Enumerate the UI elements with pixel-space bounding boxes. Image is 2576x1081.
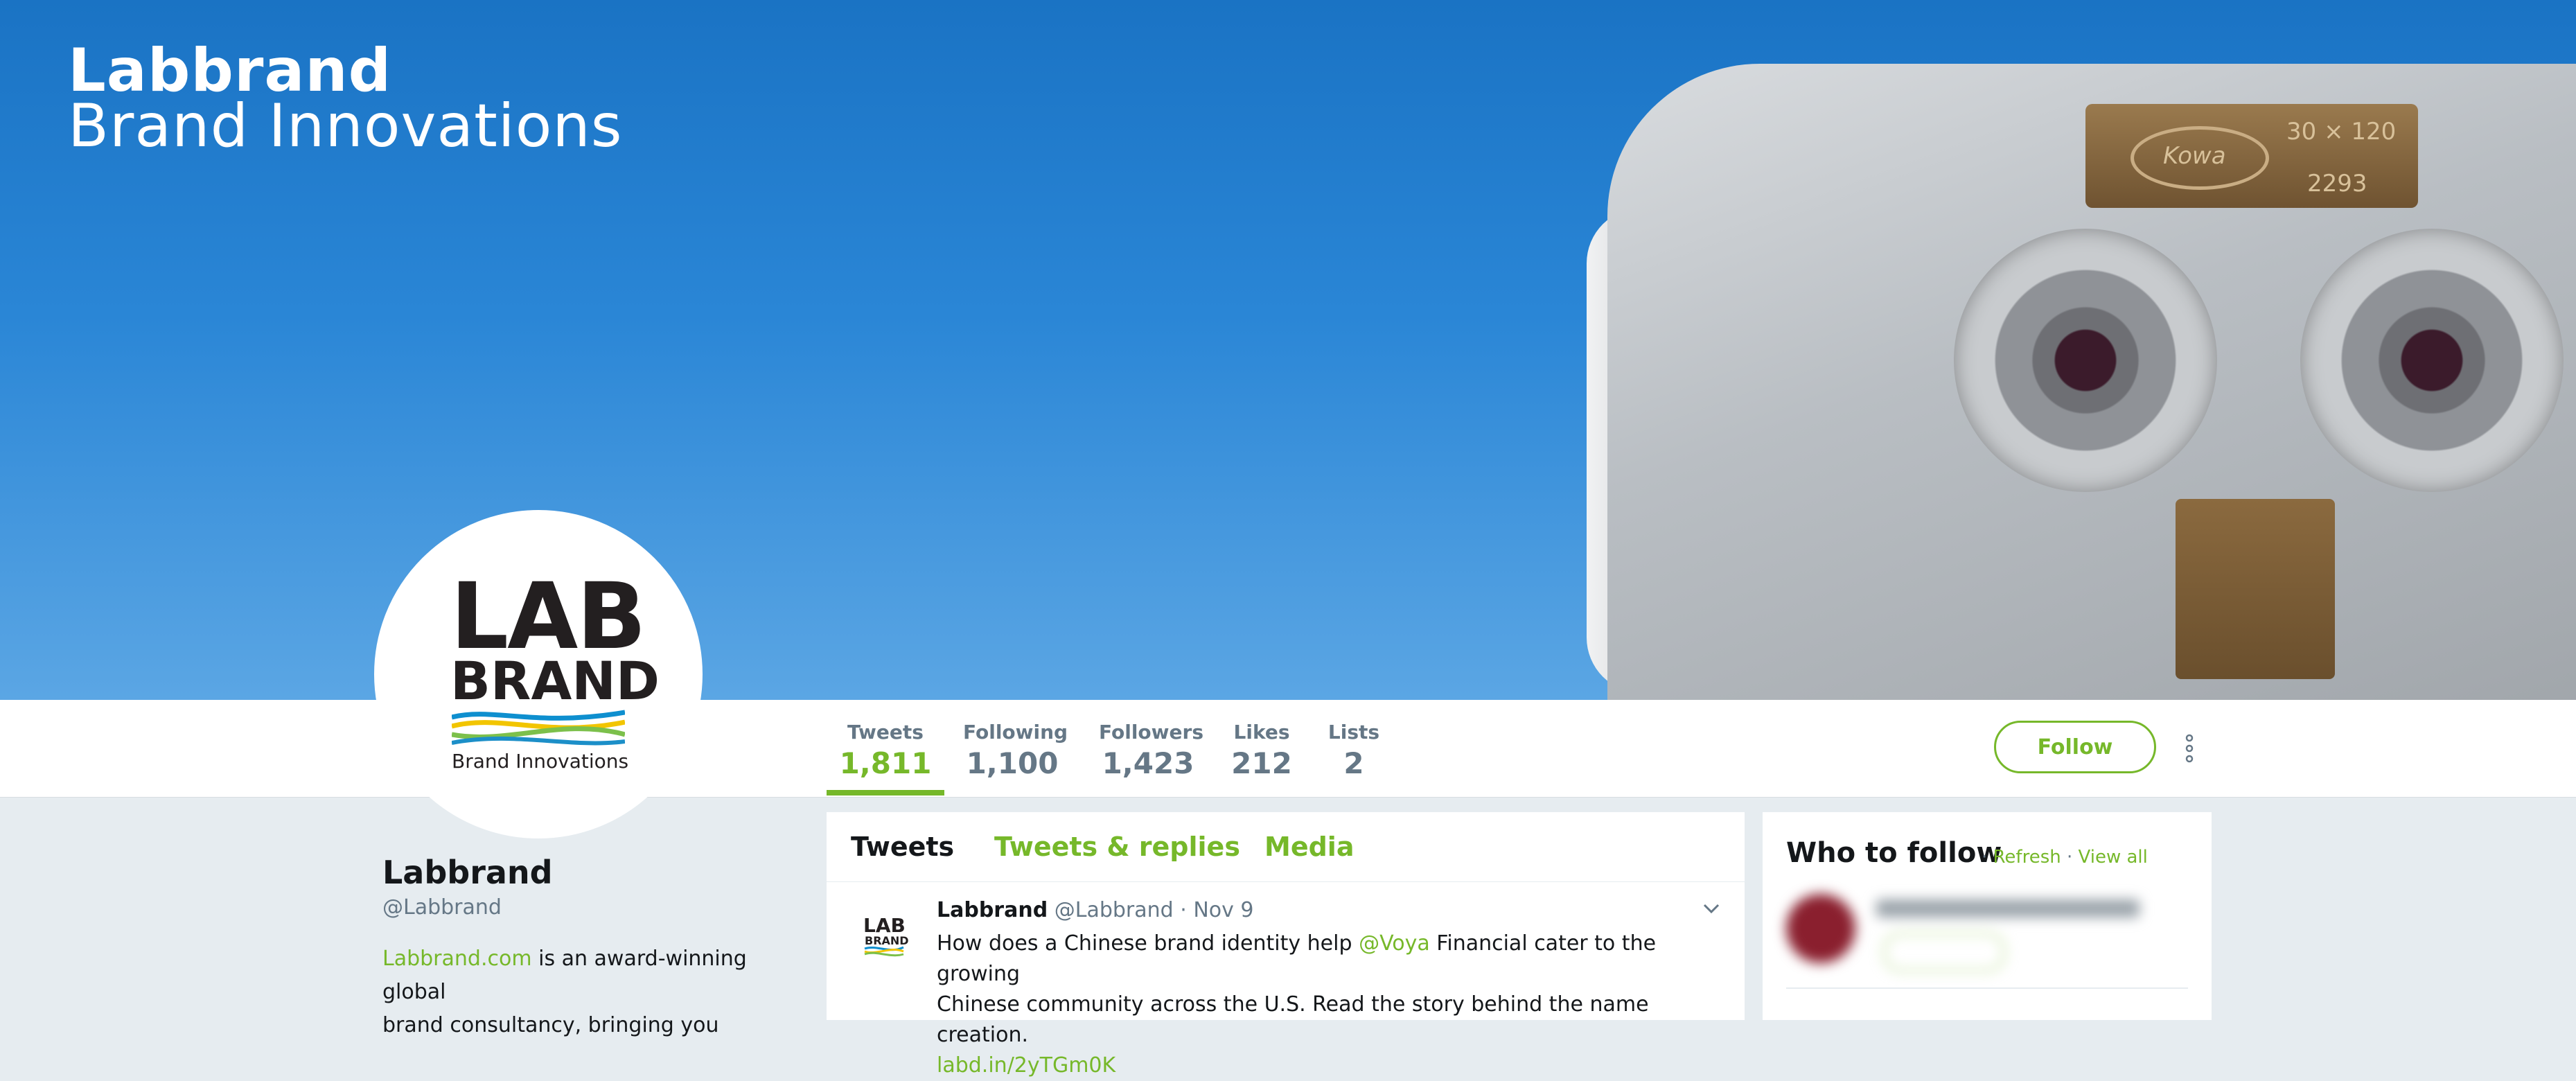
tweet-author-handle[interactable]: @Labbrand [1055, 898, 1174, 922]
stat-lists[interactable]: Lists 2 [1327, 721, 1380, 780]
stat-likes[interactable]: Likes 212 [1230, 721, 1293, 780]
profile-name[interactable]: Labbrand [382, 854, 553, 891]
chevron-down-icon[interactable] [1701, 898, 1722, 919]
nameplate-logo: Kowa [2131, 126, 2269, 190]
tweet-header: Labbrand @Labbrand · Nov 9 [937, 898, 1254, 922]
stat-followers[interactable]: Followers 1,423 [1099, 721, 1203, 780]
bio-website-link[interactable]: Labbrand.com [382, 947, 532, 971]
who-to-follow-title: Who to follow [1786, 837, 2002, 869]
nameplate-text-top: 30 × 120 [2286, 118, 2397, 146]
banner-brand-tagline: Brand Innovations [68, 91, 623, 161]
tweet-url-link[interactable]: labd.in/2yTGm0K [937, 1053, 1115, 1078]
tab-tweets-and-replies[interactable]: Tweets & replies [994, 832, 1240, 862]
avatar-logo-tagline: Brand Innovations [452, 750, 629, 773]
avatar-logo-brand: BRAND [450, 650, 660, 712]
nameplate-text-bottom: 2293 [2307, 170, 2367, 197]
profile-bio: Labbrand.com is an award-winning global … [382, 942, 798, 1042]
stat-following[interactable]: Following 1,100 [963, 721, 1068, 780]
tweet-date[interactable]: · Nov 9 [1180, 898, 1253, 922]
who-to-follow-links: · Refresh · View all [1982, 847, 2148, 868]
header-banner: Labbrand Brand Innovations 30 × 120 2293… [0, 0, 2576, 700]
follow-button[interactable]: Follow [1994, 721, 2156, 773]
right-eyepiece [2300, 229, 2564, 492]
tab-media[interactable]: Media [1264, 832, 1354, 862]
view-all-link[interactable]: View all [2079, 847, 2148, 868]
suggested-account-blurred [1786, 894, 2188, 972]
viewer-lower-plate [2176, 499, 2335, 679]
stat-tweets[interactable]: Tweets 1,811 [827, 721, 944, 780]
active-stat-underline [827, 790, 944, 796]
svg-text:BRAND: BRAND [865, 934, 909, 947]
tweet-author-avatar[interactable]: LAB BRAND [859, 911, 909, 961]
avatar-logo-lab: LAB [450, 563, 646, 670]
tweet-mention-link[interactable]: @Voya [1359, 931, 1430, 956]
bio-text-2: brand consultancy, bringing you [382, 1013, 719, 1037]
avatar-logo-waves [452, 710, 625, 746]
tweet-text: How does a Chinese brand identity help @… [937, 931, 1657, 1078]
profile-handle[interactable]: @Labbrand [382, 895, 502, 920]
refresh-link[interactable]: Refresh [1993, 847, 2061, 868]
left-eyepiece [1954, 229, 2217, 492]
who-to-follow-divider [1786, 987, 2188, 989]
tweet-author-name[interactable]: Labbrand [937, 898, 1048, 922]
more-options-icon[interactable] [2182, 731, 2196, 766]
tab-tweets[interactable]: Tweets [851, 832, 954, 862]
